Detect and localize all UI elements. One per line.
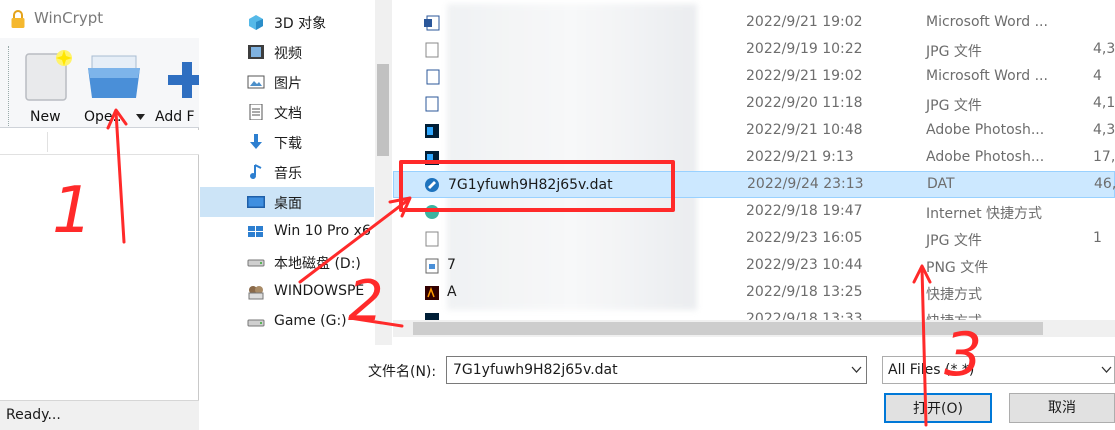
drive-icon	[247, 259, 265, 267]
nav-scrollbar[interactable]	[375, 0, 392, 345]
nav-item-desktop[interactable]: 桌面	[200, 187, 374, 217]
internet-shortcut-icon	[425, 205, 439, 219]
photoshop-file-icon	[425, 124, 439, 138]
toolbar-grip	[8, 46, 11, 126]
file-row[interactable]: 2022/9/21 19:02 Microsoft Word ... 4	[393, 63, 1115, 90]
wincrypt-window: WinCrypt New Ope... Add F Ready...	[0, 0, 199, 430]
new-button[interactable]: New	[18, 42, 76, 126]
nav-item-pictures[interactable]: 图片	[200, 67, 374, 97]
new-label: New	[30, 109, 61, 125]
nav-item-win10-drive[interactable]: Win 10 Pro x6	[200, 217, 392, 247]
png-file-icon	[425, 258, 439, 274]
nav-item-documents[interactable]: 文档	[200, 97, 374, 127]
nav-item-game-g[interactable]: Game (G:)	[200, 307, 374, 337]
wincrypt-titlebar: WinCrypt	[0, 0, 199, 38]
image-file-icon	[425, 42, 439, 58]
file-list-view: 2022/9/21 19:02 Microsoft Word ... 2022/…	[393, 0, 1115, 320]
open-folder-icon	[88, 55, 140, 98]
photoshop-file-icon	[425, 151, 439, 165]
status-text: Ready...	[6, 407, 61, 423]
chevron-down-icon[interactable]	[1099, 356, 1115, 384]
word-file-icon	[424, 15, 440, 31]
filename-label: 文件名(N):	[368, 364, 437, 380]
file-row[interactable]: 2022/9/21 19:02 Microsoft Word ...	[393, 9, 1115, 36]
download-icon	[250, 134, 262, 149]
3d-objects-icon	[249, 15, 263, 30]
illustrator-shortcut-icon	[425, 286, 439, 300]
drive-icon	[247, 319, 265, 327]
column-divider[interactable]	[47, 132, 48, 152]
file-row[interactable]: 2022/9/20 11:18 JPG 文件 4,1	[393, 90, 1115, 117]
wincrypt-title: WinCrypt	[34, 9, 104, 27]
chevron-down-icon[interactable]	[846, 356, 867, 384]
add-file-button[interactable]: Add F	[154, 42, 199, 126]
filename-value: 7G1yfuwh9H82j65v.dat	[453, 362, 618, 378]
file-type-value: All Files (*.*)	[888, 362, 975, 378]
nav-item-local-disk-d[interactable]: 本地磁盘 (D:)	[200, 247, 374, 277]
nav-item-windowspe[interactable]: WINDOWSPE	[200, 277, 374, 307]
windows-drive-icon	[248, 226, 263, 237]
open-label: Ope...	[84, 109, 126, 125]
wincrypt-toolbar: New Ope... Add F	[0, 38, 199, 128]
file-row[interactable]: A 2022/9/18 13:25 快捷方式	[393, 279, 1115, 306]
file-row[interactable]: 2022/9/23 16:05 JPG 文件 1	[393, 225, 1115, 252]
navigation-pane: 3D 对象 视频 图片 文档 下载 音乐 桌面 Win 10 Pro x6 本地…	[200, 0, 392, 345]
video-icon	[248, 45, 264, 59]
file-list-header	[0, 130, 199, 155]
new-document-icon	[25, 50, 72, 101]
pictures-icon	[247, 75, 265, 89]
file-type-select[interactable]: All Files (*.*)	[882, 356, 1115, 384]
file-row[interactable]: 2022/9/19 10:22 JPG 文件 4,3	[393, 36, 1115, 63]
photoshop-shortcut-icon	[425, 313, 439, 320]
file-row[interactable]: 2022/9/18 19:47 Internet 快捷方式	[393, 198, 1115, 225]
lock-icon	[11, 10, 25, 28]
open-button[interactable]: Ope...	[80, 42, 152, 126]
horizontal-scrollbar-thumb[interactable]	[413, 322, 1043, 335]
music-icon	[250, 164, 262, 179]
file-row[interactable]: 7 2022/9/23 10:44 PNG 文件	[393, 252, 1115, 279]
file-row[interactable]: 2022/9/21 10:48 Adobe Photosh... 4,3	[393, 117, 1115, 144]
nav-item-videos[interactable]: 视频	[200, 37, 374, 67]
nav-scrollbar-thumb[interactable]	[377, 64, 389, 156]
open-button-dialog[interactable]: 打开(O)	[884, 393, 992, 423]
dat-file-icon	[425, 178, 439, 192]
usb-drive-icon	[248, 286, 264, 300]
nav-item-3d-objects[interactable]: 3D 对象	[200, 7, 374, 37]
file-list[interactable]	[0, 156, 199, 400]
nav-item-downloads[interactable]: 下载	[200, 127, 374, 157]
add-file-label: Add F	[155, 109, 195, 125]
file-row[interactable]: 2022/9/21 9:13 Adobe Photosh... 17,4	[393, 144, 1115, 171]
documents-icon	[249, 104, 263, 120]
cancel-button[interactable]: 取消	[1009, 393, 1115, 423]
nav-item-music[interactable]: 音乐	[200, 157, 374, 187]
desktop-icon	[247, 196, 265, 208]
file-row[interactable]: 2022/9/18 13:33 快捷方式	[393, 306, 1115, 320]
status-bar: Ready...	[0, 400, 199, 430]
screen: WinCrypt New Ope... Add F Ready... 3D 对象…	[0, 0, 1115, 430]
word-file-icon	[426, 69, 440, 85]
file-row-selected[interactable]: 7G1yfuwh9H82j65v.dat 2022/9/24 23:13 DAT…	[393, 171, 1115, 198]
dropdown-arrow-icon	[136, 114, 145, 120]
filename-input[interactable]: 7G1yfuwh9H82j65v.dat	[446, 356, 867, 384]
image-file-icon	[425, 231, 439, 247]
image-file-icon	[425, 96, 439, 112]
plus-icon	[168, 62, 199, 98]
